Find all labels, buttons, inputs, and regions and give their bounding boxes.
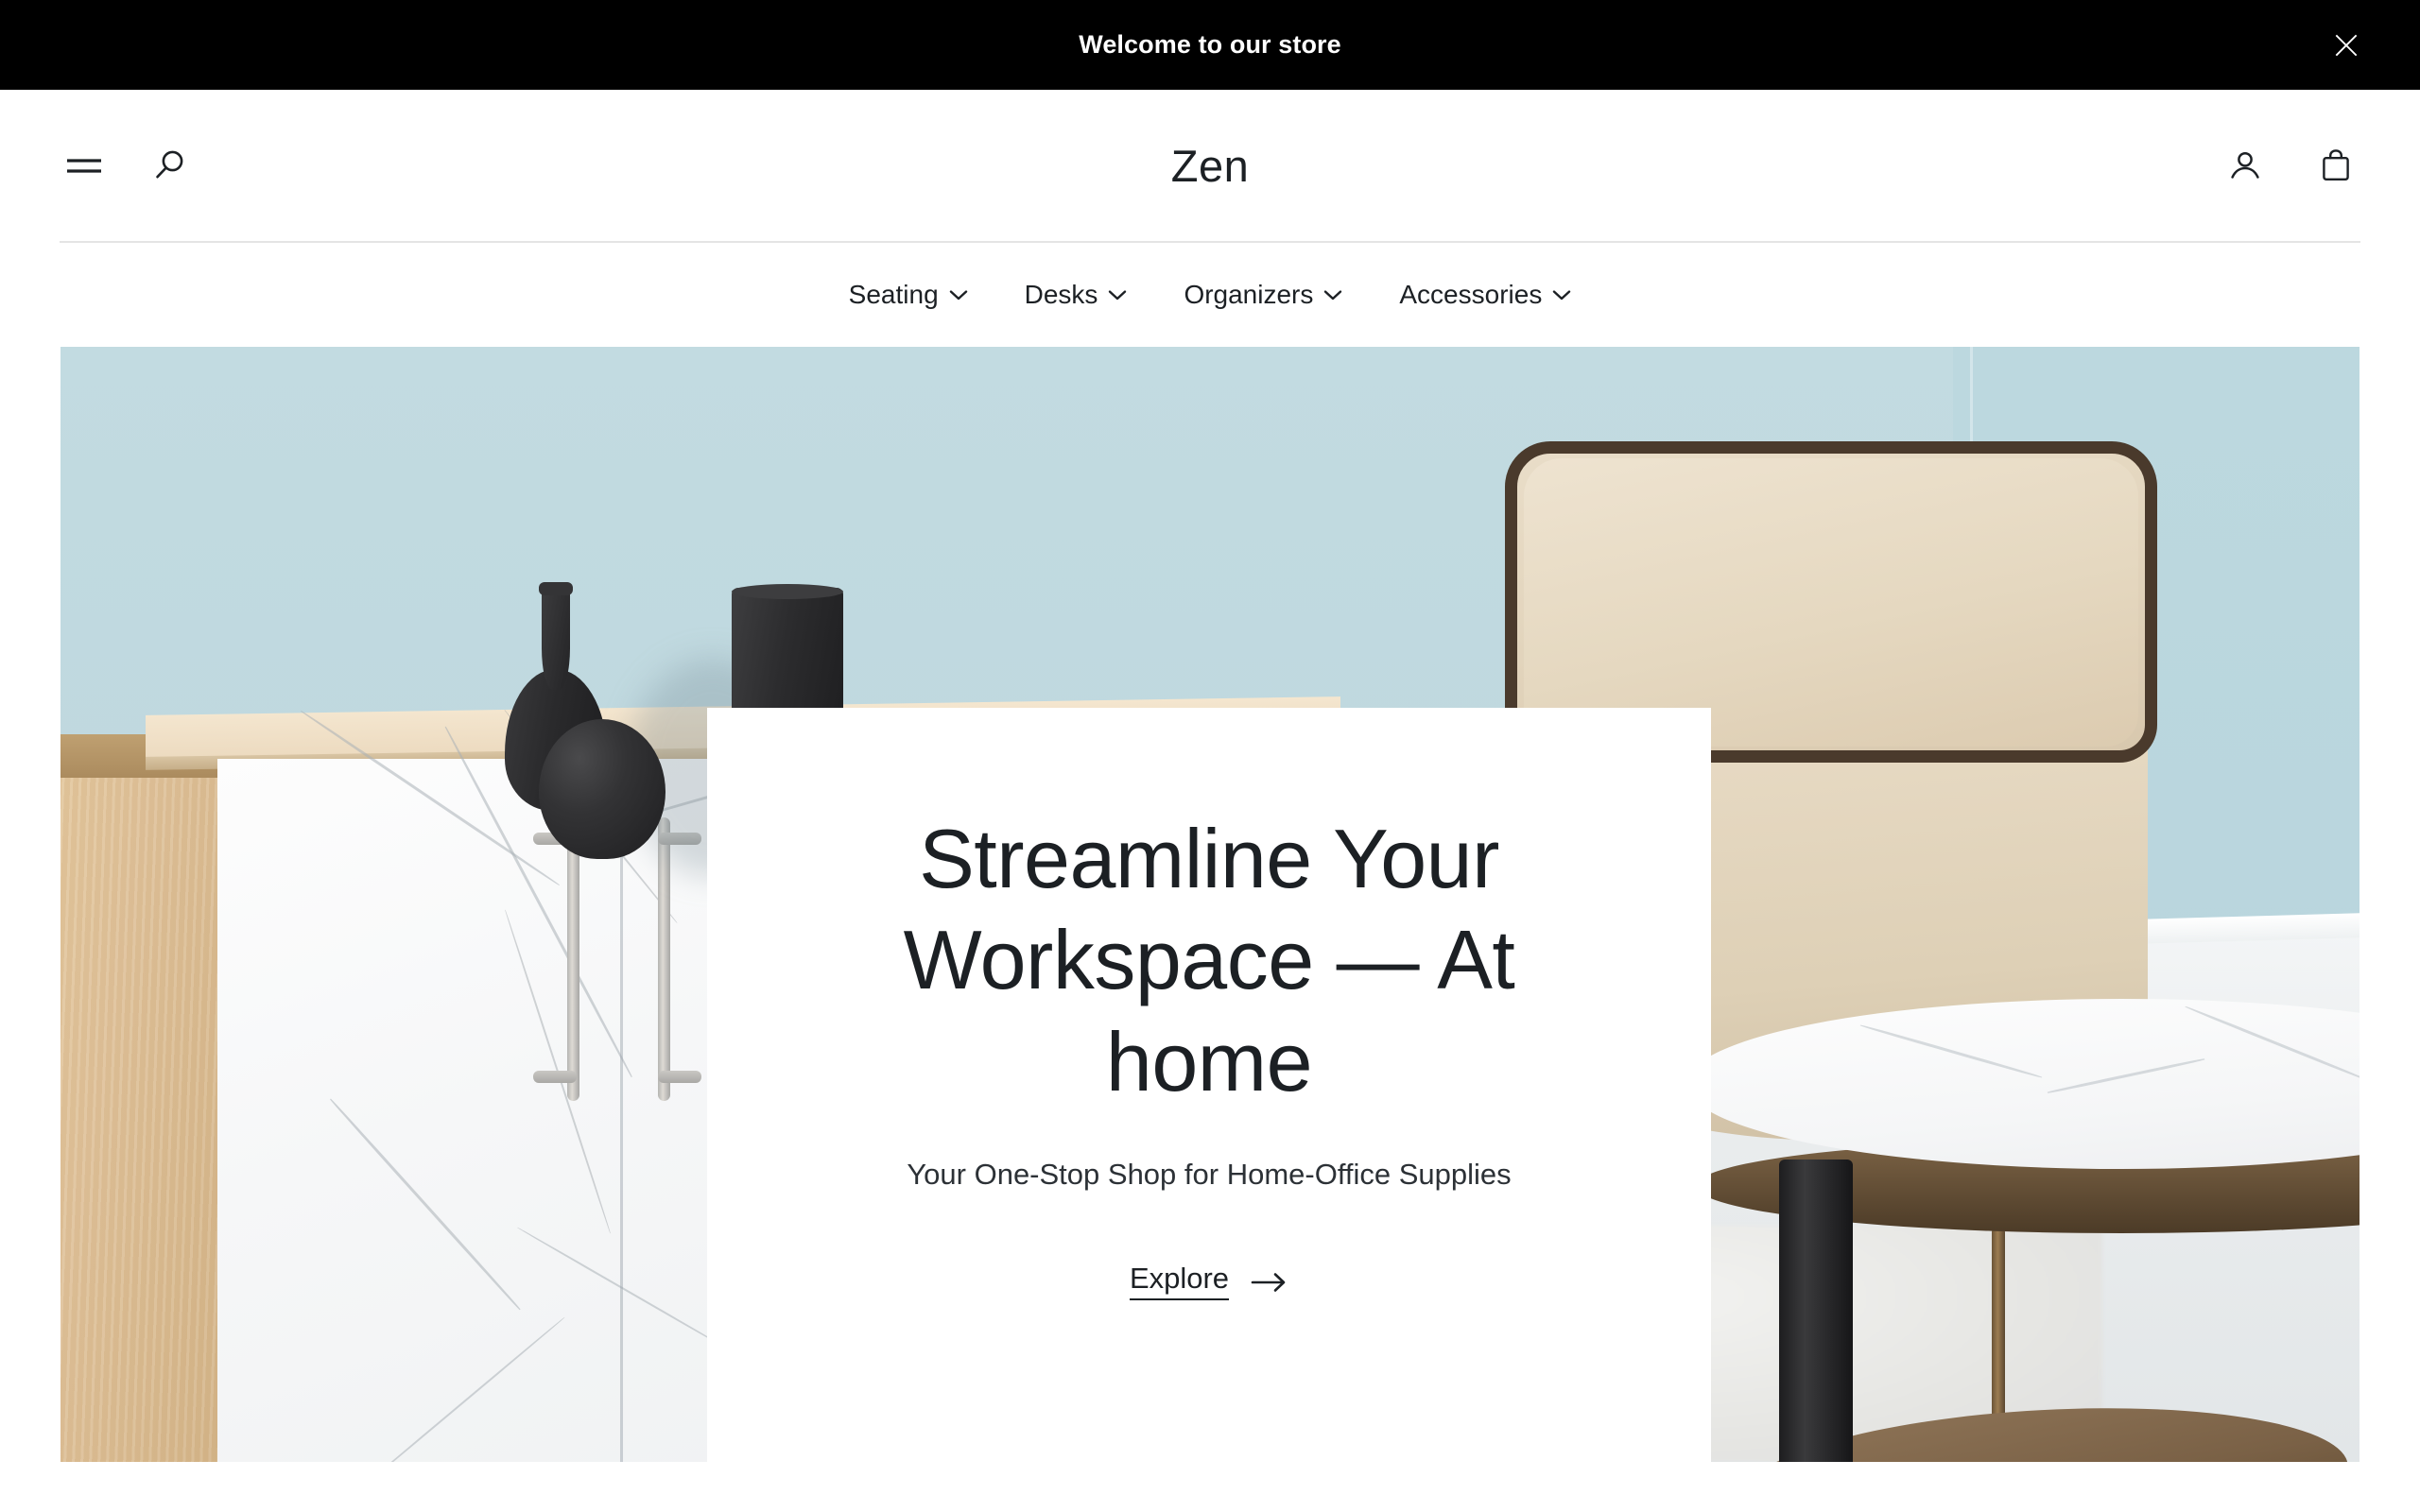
close-icon[interactable] [2327, 26, 2365, 64]
site-header: Zen [0, 90, 2420, 241]
nav-item-desks[interactable]: Desks [1017, 274, 1135, 316]
arrow-right-icon [1251, 1272, 1286, 1292]
nav-item-organizers[interactable]: Organizers [1176, 274, 1350, 316]
nav-item-label: Desks [1024, 280, 1098, 309]
chair-backrest-cushion [1524, 458, 2138, 747]
main-navigation: Seating Desks Organizers Accessories [0, 243, 2420, 347]
hamburger-menu-icon[interactable] [60, 141, 109, 190]
vase-round [539, 719, 666, 859]
chevron-down-icon [1324, 289, 1342, 300]
hero-subtitle: Your One-Stop Shop for Home-Office Suppl… [907, 1158, 1512, 1192]
cabinet-handle-left [567, 817, 579, 1101]
vase-cylinder-rim [732, 584, 843, 599]
chevron-down-icon [949, 289, 967, 300]
nav-item-label: Seating [848, 280, 939, 309]
nav-item-seating[interactable]: Seating [841, 274, 976, 316]
hero-content-card: Streamline Your Workspace — At home Your… [707, 708, 1711, 1462]
cabinet-side-panel [60, 734, 217, 1462]
site-logo: Zen [0, 140, 2420, 192]
hero-title: Streamline Your Workspace — At home [903, 812, 1515, 1108]
search-icon[interactable] [145, 141, 194, 190]
header-right-group [2221, 141, 2360, 190]
announcement-bar: Welcome to our store [0, 0, 2420, 90]
nav-item-accessories[interactable]: Accessories [1392, 274, 1579, 316]
chevron-down-icon [1553, 289, 1571, 300]
chevron-down-icon [1109, 289, 1127, 300]
header-left-group [60, 141, 194, 190]
explore-button[interactable]: Explore [1129, 1263, 1288, 1301]
chair-spindle [1992, 1226, 2005, 1443]
hero-section: Streamline Your Workspace — At home Your… [60, 347, 2360, 1462]
nav-item-label: Accessories [1399, 280, 1543, 309]
nav-item-label: Organizers [1184, 280, 1314, 309]
account-icon[interactable] [2221, 141, 2270, 190]
table-pedestal-leg [1779, 1160, 1853, 1462]
site-logo-text[interactable]: Zen [1171, 141, 1250, 191]
announcement-text: Welcome to our store [1079, 30, 1341, 59]
shopping-bag-icon[interactable] [2311, 141, 2360, 190]
explore-button-label: Explore [1129, 1263, 1230, 1301]
